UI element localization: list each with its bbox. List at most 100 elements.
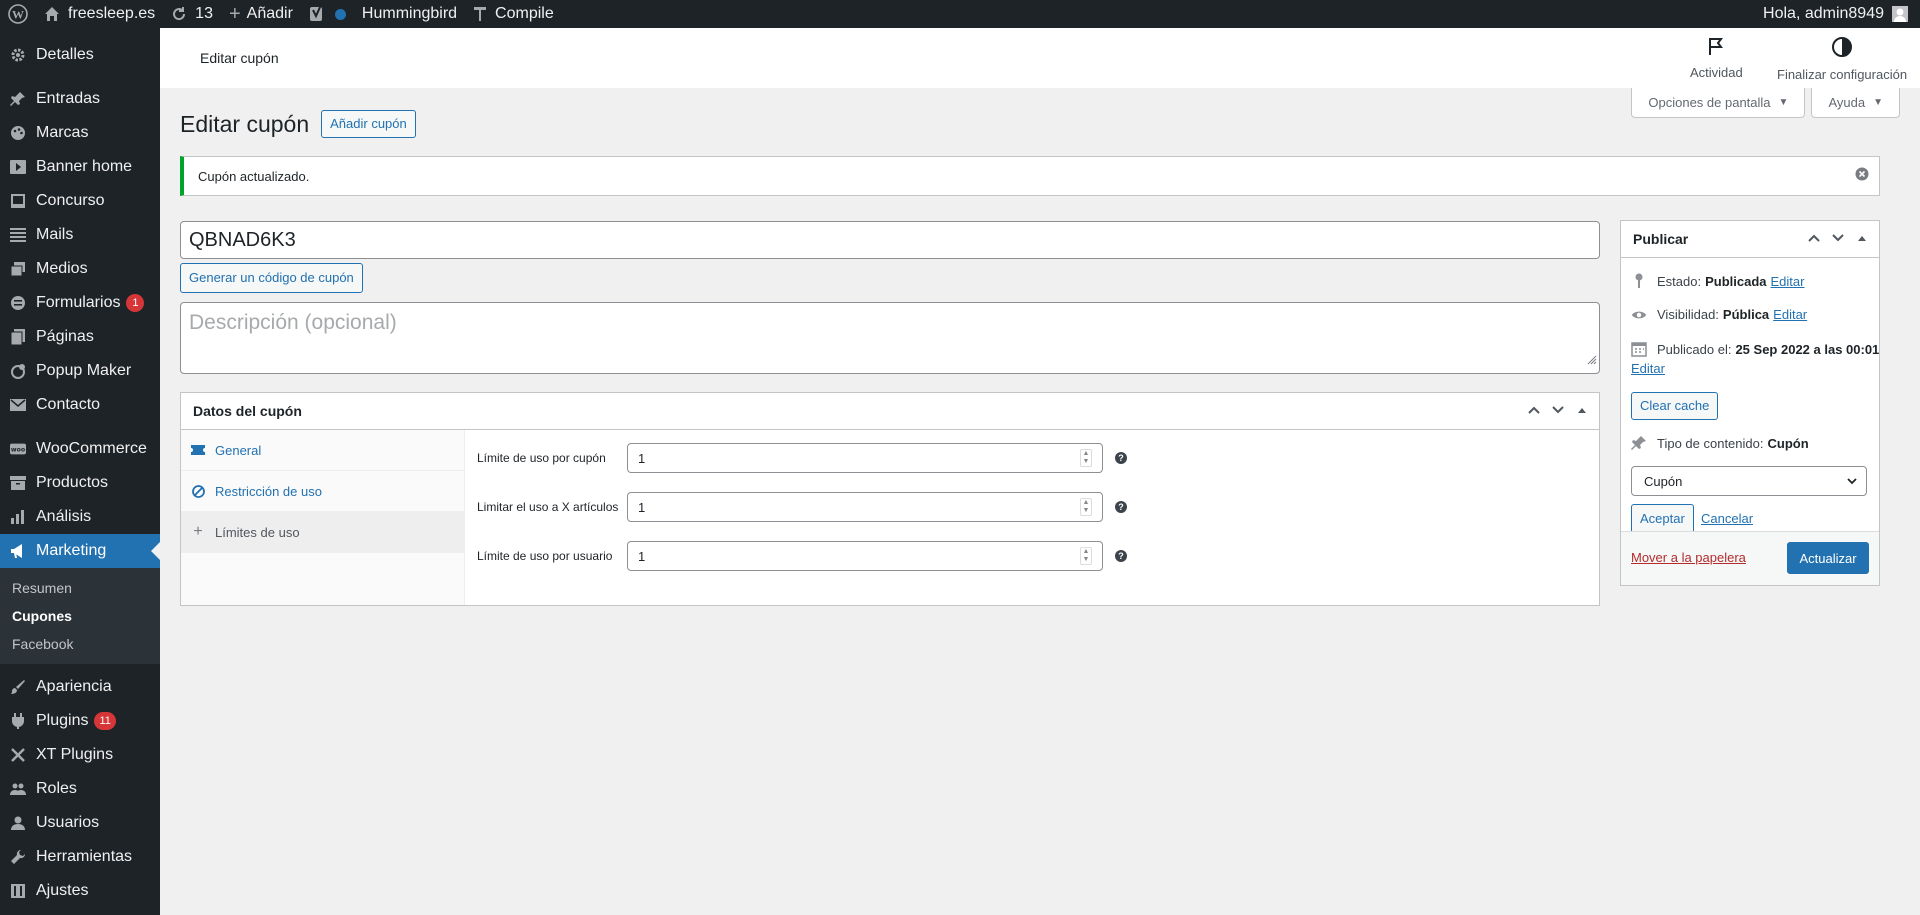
bar-chart-icon	[10, 509, 26, 525]
content-type-select[interactable]: Cupón	[1631, 466, 1867, 496]
cancel-link[interactable]: Cancelar	[1701, 511, 1753, 526]
spinner-icon[interactable]: ▲ ▼	[1080, 449, 1092, 467]
move-to-trash-link[interactable]: Mover a la papelera	[1631, 550, 1746, 565]
site-name-link[interactable]: freesleep.es	[36, 0, 163, 28]
archive-icon	[10, 475, 26, 491]
submenu-item-facebook[interactable]: Facebook	[0, 630, 160, 658]
chevron-up-icon[interactable]	[1527, 403, 1541, 420]
finish-setup-button[interactable]: Finalizar configuración	[1777, 36, 1907, 82]
usage-limit-per-coupon-input[interactable]: 1 ▲ ▼	[627, 443, 1103, 473]
chevron-up-icon[interactable]	[1807, 231, 1821, 248]
settings-icon	[10, 883, 26, 899]
pin-icon	[1631, 435, 1647, 451]
wordpress-logo-icon[interactable]: W	[0, 0, 36, 28]
yoast-link[interactable]	[301, 0, 354, 28]
screen-meta-links: Opciones de pantalla ▼ Ayuda ▼	[1625, 88, 1900, 118]
sidebar-item-label: Marketing	[36, 542, 107, 559]
sidebar-item-xt-plugins[interactable]: XT Plugins	[0, 738, 160, 772]
marketing-submenu: Resumen Cupones Facebook	[0, 568, 160, 664]
wrench-icon	[10, 849, 26, 865]
edit-date-link[interactable]: Editar	[1631, 361, 1665, 376]
add-coupon-button[interactable]: Añadir cupón	[321, 110, 416, 138]
sidebar-item-herramientas[interactable]: Herramientas	[0, 840, 160, 874]
dismiss-icon[interactable]	[1855, 167, 1871, 183]
help-tip-icon[interactable]: ?	[1115, 501, 1127, 513]
media-icon	[10, 193, 26, 209]
sidebar-item-productos[interactable]: Productos	[0, 466, 160, 500]
submenu-item-cupones[interactable]: Cupones	[0, 602, 160, 630]
sidebar-item-marketing[interactable]: Marketing	[0, 534, 160, 568]
limit-usage-to-items-input[interactable]: 1 ▲ ▼	[627, 492, 1103, 522]
sidebar-item-concurso[interactable]: Concurso	[0, 184, 160, 218]
sidebar-item-usuarios[interactable]: Usuarios	[0, 806, 160, 840]
admin-sidebar: Detalles Entradas Marcas Banner home Con…	[0, 28, 160, 915]
sidebar-item-analisis[interactable]: Análisis	[0, 500, 160, 534]
greeting: Hola, admin8949	[1763, 5, 1884, 22]
sidebar-item-roles[interactable]: Roles	[0, 772, 160, 806]
sidebar-item-formularios[interactable]: Formularios 1	[0, 286, 160, 320]
tab-usage-restriction[interactable]: Restricción de uso	[181, 471, 464, 512]
help-tip-icon[interactable]: ?	[1115, 550, 1127, 562]
sidebar-item-paginas[interactable]: Páginas	[0, 320, 160, 354]
visibility-label: Visibilidad:	[1657, 307, 1719, 322]
update-button[interactable]: Actualizar	[1787, 542, 1869, 574]
megaphone-icon	[10, 543, 26, 559]
sidebar-item-label: Plugins	[36, 712, 89, 729]
content-type-value: Cupón	[1767, 435, 1809, 451]
coupon-data-title: Datos del cupón	[193, 403, 302, 419]
sidebar-item-label: Productos	[36, 474, 109, 491]
tab-usage-limits[interactable]: + Límites de uso	[181, 512, 464, 553]
sidebar-item-popup-maker[interactable]: Popup Maker	[0, 354, 160, 388]
screen-options-button[interactable]: Opciones de pantalla ▼	[1631, 88, 1806, 118]
chevron-down-icon[interactable]	[1551, 403, 1565, 420]
compile-icon	[473, 6, 487, 22]
description-textarea[interactable]: Descripción (opcional)	[180, 302, 1600, 374]
sidebar-item-contacto[interactable]: Contacto	[0, 388, 160, 422]
tab-general[interactable]: General	[181, 430, 464, 471]
add-new-link[interactable]: + Añadir	[221, 0, 301, 28]
activity-button[interactable]: Actividad	[1690, 36, 1743, 80]
generate-coupon-code-button[interactable]: Generar un código de cupón	[180, 263, 363, 293]
sidebar-item-detalles[interactable]: Detalles	[0, 38, 160, 72]
submenu-item-resumen[interactable]: Resumen	[0, 574, 160, 602]
sidebar-item-label: Herramientas	[36, 848, 133, 865]
plus-icon: +	[228, 3, 241, 25]
sidebar-item-entradas[interactable]: Entradas	[0, 82, 160, 116]
site-name: freesleep.es	[68, 5, 156, 22]
help-tip-icon[interactable]: ?	[1115, 452, 1127, 464]
published-value: 25 Sep 2022 a las 00:01	[1735, 341, 1880, 357]
edit-visibility-link[interactable]: Editar	[1773, 307, 1807, 322]
clear-cache-button[interactable]: Clear cache	[1631, 392, 1719, 420]
sidebar-item-woocommerce[interactable]: woo WooCommerce	[0, 432, 160, 466]
sidebar-item-mails[interactable]: Mails	[0, 218, 160, 252]
sidebar-item-label: Contacto	[36, 396, 101, 413]
sidebar-item-marcas[interactable]: Marcas	[0, 116, 160, 150]
flag-icon	[1706, 36, 1726, 65]
updates-link[interactable]: 13	[163, 0, 221, 28]
spinner-icon[interactable]: ▲ ▼	[1080, 547, 1092, 565]
sidebar-item-medios[interactable]: Medios	[0, 252, 160, 286]
edit-date-row: Editar	[1631, 361, 1665, 376]
sidebar-item-plugins[interactable]: Plugins 11	[0, 704, 160, 738]
coupon-data-box: Datos del cupón General Restricción de u…	[180, 392, 1600, 606]
accept-button[interactable]: Aceptar	[1631, 504, 1694, 534]
toggle-panel-icon[interactable]	[1855, 231, 1869, 248]
sidebar-item-label: Análisis	[36, 508, 92, 525]
plug-icon	[10, 713, 26, 729]
no-entry-icon	[191, 484, 205, 498]
chevron-down-icon[interactable]	[1831, 231, 1845, 248]
help-button[interactable]: Ayuda ▼	[1811, 88, 1900, 118]
sidebar-item-apariencia[interactable]: Apariencia	[0, 670, 160, 704]
toggle-panel-icon[interactable]	[1575, 403, 1589, 420]
caret-down-icon: ▼	[1778, 97, 1789, 108]
sidebar-item-banner-home[interactable]: Banner home	[0, 150, 160, 184]
coupon-code-input[interactable]: QBNAD6K3	[180, 221, 1600, 259]
compile-link[interactable]: Compile	[465, 0, 562, 28]
usage-limit-per-user-input[interactable]: 1 ▲ ▼	[627, 541, 1103, 571]
spinner-icon[interactable]: ▲ ▼	[1080, 498, 1092, 516]
sidebar-item-ajustes[interactable]: Ajustes	[0, 874, 160, 908]
account-menu[interactable]: Hola, admin8949	[1755, 0, 1920, 28]
resize-handle-icon[interactable]	[1587, 347, 1597, 371]
edit-status-link[interactable]: Editar	[1771, 274, 1805, 289]
hummingbird-link[interactable]: Hummingbird	[354, 0, 465, 28]
